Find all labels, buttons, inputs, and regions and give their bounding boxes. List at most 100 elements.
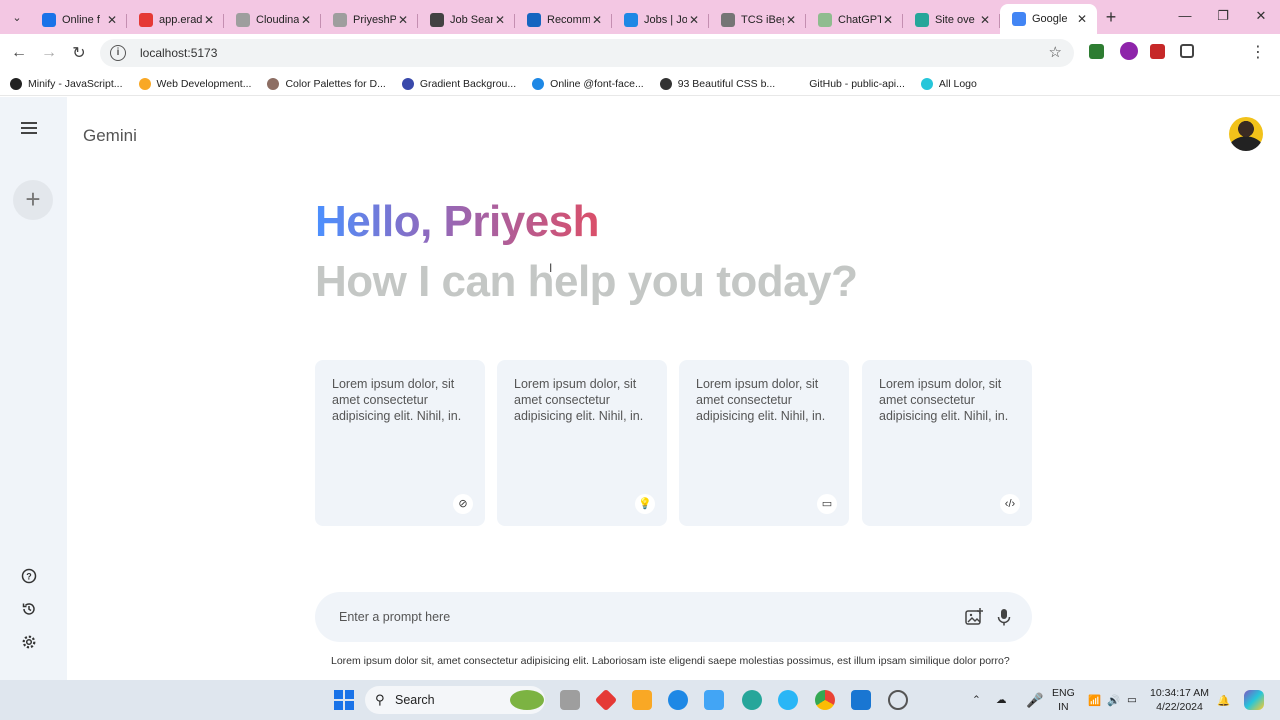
- battery-icon[interactable]: ▭: [1127, 680, 1137, 720]
- browser-menu-icon[interactable]: ⋮: [1250, 42, 1266, 62]
- bookmark-item[interactable]: Gradient Backgrou...: [401, 77, 517, 90]
- extensions-puzzle-icon[interactable]: [1180, 44, 1194, 58]
- bookmark-item[interactable]: 93 Beautiful CSS b...: [659, 77, 775, 90]
- svg-text:?: ?: [26, 572, 32, 582]
- tab-title: Jobs | Jo: [644, 14, 687, 26]
- windows-start-icon[interactable]: [334, 690, 354, 710]
- tab-close-icon[interactable]: ✕: [493, 13, 507, 27]
- tab-close-icon[interactable]: ✕: [299, 13, 313, 27]
- browser-tab[interactable]: app.erad ✕: [127, 6, 224, 34]
- tab-search-button[interactable]: ⌄: [4, 4, 30, 30]
- close-window-button[interactable]: ✕: [1242, 0, 1280, 34]
- task-view-icon[interactable]: [560, 690, 580, 710]
- code-icon: ‹/›: [1000, 494, 1020, 514]
- new-chat-button[interactable]: +: [13, 180, 53, 220]
- bookmark-item[interactable]: Minify - JavaScript...: [10, 77, 123, 90]
- extension-icon[interactable]: [1120, 42, 1138, 60]
- extension-icon[interactable]: [1089, 44, 1104, 59]
- app-icon[interactable]: [742, 690, 762, 710]
- onedrive-icon[interactable]: ☁: [996, 680, 1007, 720]
- telegram-icon[interactable]: [778, 690, 798, 710]
- tab-close-icon[interactable]: ✕: [396, 13, 410, 27]
- suggestion-card[interactable]: Lorem ipsum dolor, sit amet consectetur …: [315, 360, 485, 526]
- help-icon[interactable]: ?: [20, 567, 38, 585]
- reload-button[interactable]: ↻: [64, 43, 94, 63]
- settings-gear-icon[interactable]: [20, 633, 38, 651]
- tab-close-icon[interactable]: ✕: [784, 13, 798, 27]
- browser-tab[interactable]: Google ✕: [1000, 4, 1097, 34]
- prompt-input[interactable]: [339, 607, 939, 627]
- new-tab-button[interactable]: +: [1097, 7, 1125, 28]
- notifications-icon[interactable]: 🔔: [1217, 680, 1230, 720]
- bookmark-label: All Logo: [938, 77, 977, 90]
- suggestion-card[interactable]: Lorem ipsum dolor, sit amet consectetur …: [862, 360, 1032, 526]
- browser-tab[interactable]: Cloudina ✕: [224, 6, 321, 34]
- wifi-icon[interactable]: 📶: [1088, 680, 1101, 720]
- region-code: IN: [1058, 701, 1069, 713]
- tab-close-icon[interactable]: ✕: [202, 13, 216, 27]
- app-title: Gemini: [83, 126, 137, 145]
- chrome-icon[interactable]: [815, 690, 835, 710]
- bookmark-item[interactable]: All Logo: [920, 77, 977, 90]
- tab-title: Cloudina: [256, 14, 299, 26]
- browser-tab[interactable]: Online f ✕: [30, 6, 127, 34]
- edge-icon[interactable]: [668, 690, 688, 710]
- minimize-button[interactable]: —: [1166, 0, 1204, 34]
- tray-chevron-icon[interactable]: ⌃: [972, 680, 981, 720]
- prompt-bar: [315, 592, 1032, 642]
- taskbar-search-label: Search: [395, 693, 435, 707]
- browser-tab[interactable]: PriyeshP ✕: [321, 6, 418, 34]
- extension-icon[interactable]: [1150, 44, 1165, 59]
- tray-app-icon[interactable]: 🎤: [1026, 680, 1043, 720]
- file-explorer-icon[interactable]: [632, 690, 652, 710]
- tab-close-icon[interactable]: ✕: [105, 13, 119, 27]
- microphone-icon[interactable]: [993, 606, 1015, 628]
- site-info-icon[interactable]: i: [110, 45, 126, 61]
- app-icon[interactable]: [888, 690, 908, 710]
- address-bar[interactable]: i localhost:5173 ☆: [100, 39, 1074, 67]
- browser-toolbar: ← → ↻ i localhost:5173 ☆ ⋮: [0, 34, 1280, 72]
- clock-time: 10:34:17 AM: [1150, 687, 1209, 699]
- bookmark-item[interactable]: Online @font-face...: [532, 77, 644, 90]
- browser-tab[interactable]: ChatGPT ✕: [806, 6, 903, 34]
- tab-strip: ⌄ Online f ✕ app.erad ✕ Cloudina ✕ PriyeshP ✕ Jo…: [0, 0, 1280, 34]
- bookmark-item[interactable]: Web Development...: [138, 77, 251, 90]
- app-icon[interactable]: [594, 688, 618, 712]
- forward-button[interactable]: →: [34, 44, 64, 62]
- tab-close-icon[interactable]: ✕: [978, 13, 992, 27]
- tab-favicon-icon: [236, 13, 250, 27]
- clock[interactable]: 10:34:17 AM 4/22/2024: [1150, 686, 1209, 714]
- bookmark-star-icon[interactable]: ☆: [1049, 43, 1062, 61]
- browser-tab[interactable]: Job Sear ✕: [418, 6, 515, 34]
- browser-tab[interactable]: Recomm ✕: [515, 6, 612, 34]
- bookmark-favicon-icon: [532, 77, 545, 90]
- language-indicator[interactable]: ENG IN: [1052, 686, 1075, 714]
- bookmark-item[interactable]: Color Palettes for D...: [267, 77, 386, 90]
- maximize-button[interactable]: ❐: [1204, 0, 1242, 34]
- widgets-icon[interactable]: [510, 690, 544, 710]
- browser-tab[interactable]: TCS iBeg ✕: [709, 6, 806, 34]
- tab-close-icon[interactable]: ✕: [687, 13, 701, 27]
- image-upload-icon[interactable]: [963, 606, 985, 628]
- vscode-icon[interactable]: [851, 690, 871, 710]
- volume-icon[interactable]: 🔊: [1107, 680, 1120, 720]
- menu-icon[interactable]: [21, 122, 37, 134]
- bookmark-label: Gradient Backgrou...: [419, 77, 517, 90]
- tab-close-icon[interactable]: ✕: [1075, 12, 1089, 26]
- back-button[interactable]: ←: [4, 44, 34, 62]
- tab-close-icon[interactable]: ✕: [881, 13, 895, 27]
- tab-close-icon[interactable]: ✕: [590, 13, 604, 27]
- tab-favicon-icon: [818, 13, 832, 27]
- bookmark-label: Color Palettes for D...: [285, 77, 386, 90]
- store-icon[interactable]: [704, 690, 724, 710]
- user-avatar[interactable]: [1229, 117, 1263, 151]
- copilot-icon[interactable]: [1244, 690, 1264, 710]
- greeting-heading: Hello, Priyesh: [315, 197, 600, 246]
- bookmark-favicon-icon: [138, 77, 151, 90]
- history-icon[interactable]: [20, 600, 38, 618]
- bookmark-item[interactable]: GitHub - public-api...: [791, 77, 905, 90]
- browser-tab[interactable]: Jobs | Jo ✕: [612, 6, 709, 34]
- suggestion-card[interactable]: Lorem ipsum dolor, sit amet consectetur …: [679, 360, 849, 526]
- browser-tab[interactable]: Site ove ✕: [903, 6, 1000, 34]
- suggestion-card[interactable]: Lorem ipsum dolor, sit amet consectetur …: [497, 360, 667, 526]
